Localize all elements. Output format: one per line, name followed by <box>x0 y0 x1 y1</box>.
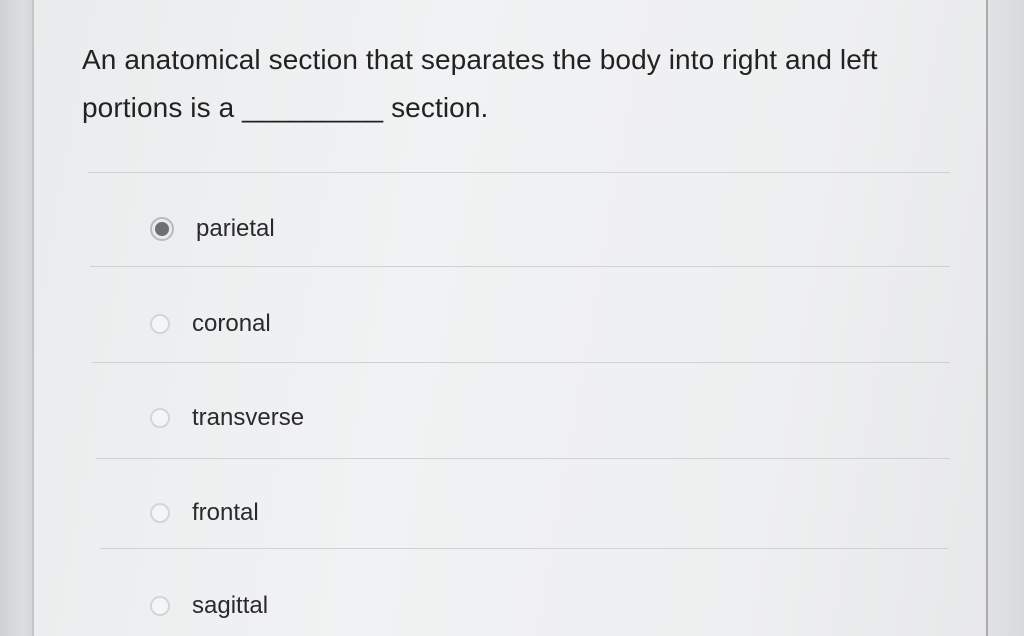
radio-button[interactable] <box>150 408 170 428</box>
screen-right-edge <box>986 0 1024 636</box>
option-label: transverse <box>192 404 305 431</box>
option-frontal[interactable]: frontal <box>150 493 259 533</box>
option-parietal[interactable]: parietal <box>150 209 275 249</box>
option-label: coronal <box>192 310 271 337</box>
option-label: frontal <box>192 499 259 526</box>
radio-button-selected[interactable] <box>150 217 174 241</box>
option-divider <box>100 548 948 549</box>
option-transverse[interactable]: transverse <box>150 398 304 438</box>
option-coronal[interactable]: coronal <box>150 304 271 344</box>
radio-button[interactable] <box>150 503 170 523</box>
question-divider <box>88 172 950 173</box>
option-divider <box>96 458 950 459</box>
radio-dot-icon <box>155 222 169 236</box>
option-label: sagittal <box>192 592 269 619</box>
question-text: An anatomical section that separates the… <box>82 44 878 123</box>
question-card: An anatomical section that separates the… <box>60 0 965 636</box>
radio-button[interactable] <box>150 596 170 616</box>
option-sagittal[interactable]: sagittal <box>150 586 268 626</box>
radio-button[interactable] <box>150 314 170 334</box>
option-divider <box>90 266 950 267</box>
screen-left-bezel <box>0 0 34 636</box>
option-label: parietal <box>196 215 275 242</box>
option-divider <box>92 362 950 363</box>
